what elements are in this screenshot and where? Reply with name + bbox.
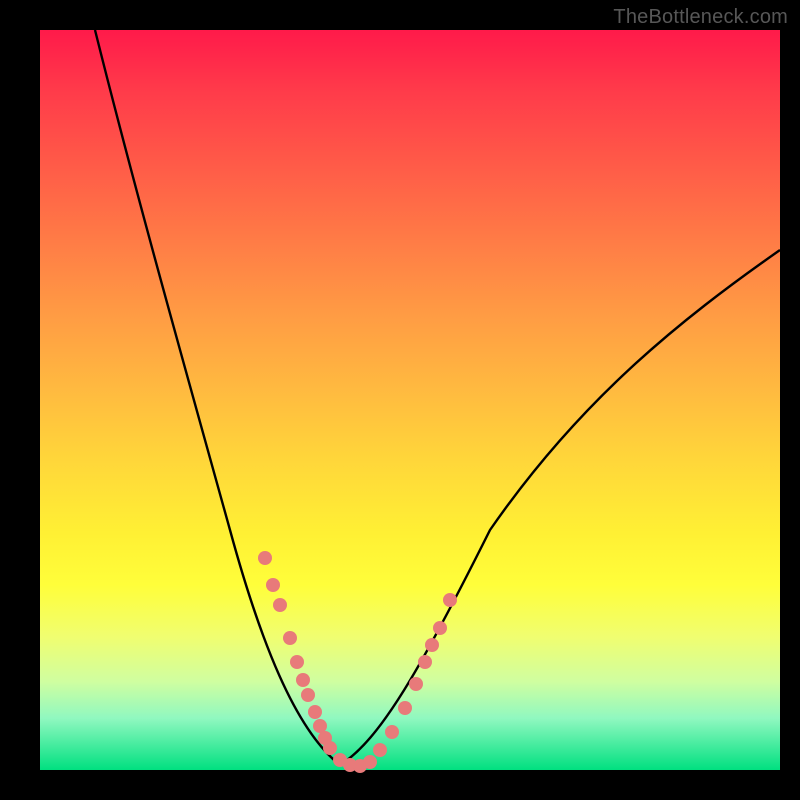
plot-area	[40, 30, 780, 770]
chart-svg	[40, 30, 780, 770]
chart-stage: TheBottleneck.com	[0, 0, 800, 800]
watermark-label: TheBottleneck.com	[613, 6, 788, 29]
curve-right	[340, 250, 780, 765]
dots-right	[353, 593, 457, 773]
curve-left	[95, 30, 340, 765]
